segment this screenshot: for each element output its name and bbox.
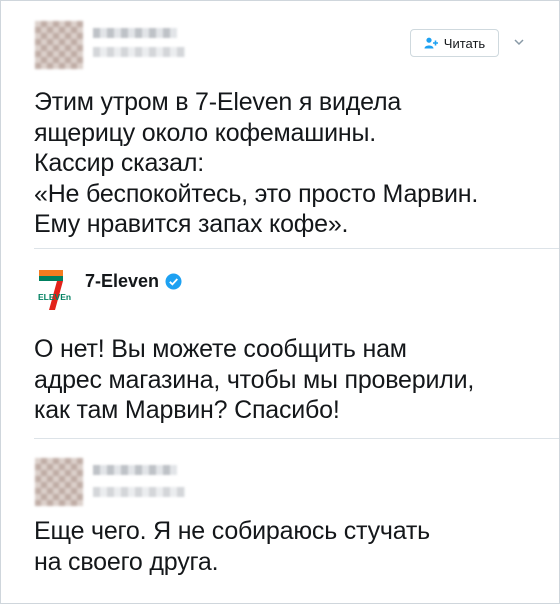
user-name-blurred[interactable] bbox=[93, 465, 177, 475]
tweet-text: Этим утром в 7-Eleven я видела ящерицу о… bbox=[34, 88, 479, 238]
seven-eleven-logo[interactable]: ELEVEn bbox=[37, 266, 71, 316]
tweet-text: Еще чего. Я не собираюсь стучать на свое… bbox=[34, 517, 430, 576]
brand-name-text: 7-Eleven bbox=[85, 271, 160, 291]
tweet-thread-screenshot: Читать Этим утром в 7-Eleven я видела ящ… bbox=[0, 0, 560, 604]
add-user-icon bbox=[424, 37, 438, 49]
divider bbox=[34, 248, 559, 249]
reply-text: О нет! Вы можете сообщить нам адрес мага… bbox=[34, 335, 475, 424]
brand-account-name[interactable]: 7-Eleven bbox=[85, 271, 182, 292]
logo-lettering: ELEVEn bbox=[38, 292, 71, 302]
user-avatar-blurred[interactable] bbox=[35, 21, 83, 69]
verified-badge-icon bbox=[165, 273, 182, 290]
follow-button[interactable]: Читать bbox=[410, 29, 499, 57]
follow-button-label: Читать bbox=[443, 35, 486, 51]
user-handle-blurred bbox=[93, 47, 185, 57]
divider bbox=[34, 438, 559, 439]
chevron-down-icon[interactable] bbox=[512, 35, 526, 49]
user-avatar-blurred[interactable] bbox=[35, 458, 83, 506]
user-name-blurred[interactable] bbox=[93, 28, 177, 38]
user-handle-blurred bbox=[93, 487, 185, 497]
